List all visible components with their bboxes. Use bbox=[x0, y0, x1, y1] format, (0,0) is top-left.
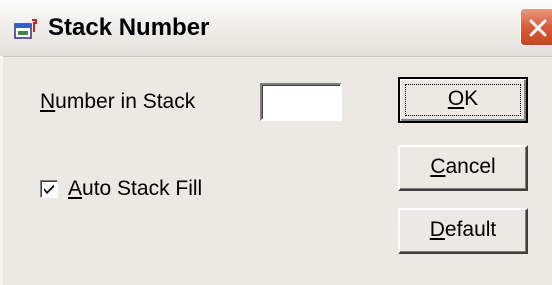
checkmark-icon bbox=[44, 184, 54, 194]
close-button[interactable] bbox=[520, 8, 552, 46]
dialog-body: Number in Stack Auto Stack Fill OK Cance… bbox=[0, 56, 552, 285]
stack-number-dialog: Stack Number Number in Stack Auto Stack … bbox=[0, 0, 552, 285]
default-label: efault bbox=[444, 218, 497, 241]
number-in-stack-label: Number in Stack bbox=[40, 90, 195, 114]
auto-stack-fill-checkbox[interactable] bbox=[40, 180, 58, 198]
cancel-label: ancel bbox=[445, 155, 496, 178]
auto-stack-fill-label[interactable]: Auto Stack Fill bbox=[68, 177, 202, 201]
dialog-title: Stack Number bbox=[48, 14, 210, 41]
default-button[interactable]: Default bbox=[398, 208, 528, 254]
dialog-app-icon bbox=[14, 18, 38, 40]
number-label-mnemonic: N bbox=[40, 90, 56, 113]
close-icon bbox=[529, 19, 547, 37]
auto-fill-text: uto Stack Fill bbox=[82, 177, 203, 200]
number-in-stack-input[interactable] bbox=[260, 83, 342, 121]
default-mnemonic: D bbox=[429, 218, 445, 241]
cancel-mnemonic: C bbox=[430, 155, 446, 178]
ok-button[interactable]: OK bbox=[398, 77, 528, 123]
title-bar[interactable]: Stack Number bbox=[0, 0, 552, 57]
auto-fill-mnemonic: A bbox=[68, 177, 83, 200]
cancel-button[interactable]: Cancel bbox=[398, 145, 528, 191]
number-label-text: umber in Stack bbox=[55, 90, 196, 113]
focus-rectangle bbox=[405, 84, 521, 116]
